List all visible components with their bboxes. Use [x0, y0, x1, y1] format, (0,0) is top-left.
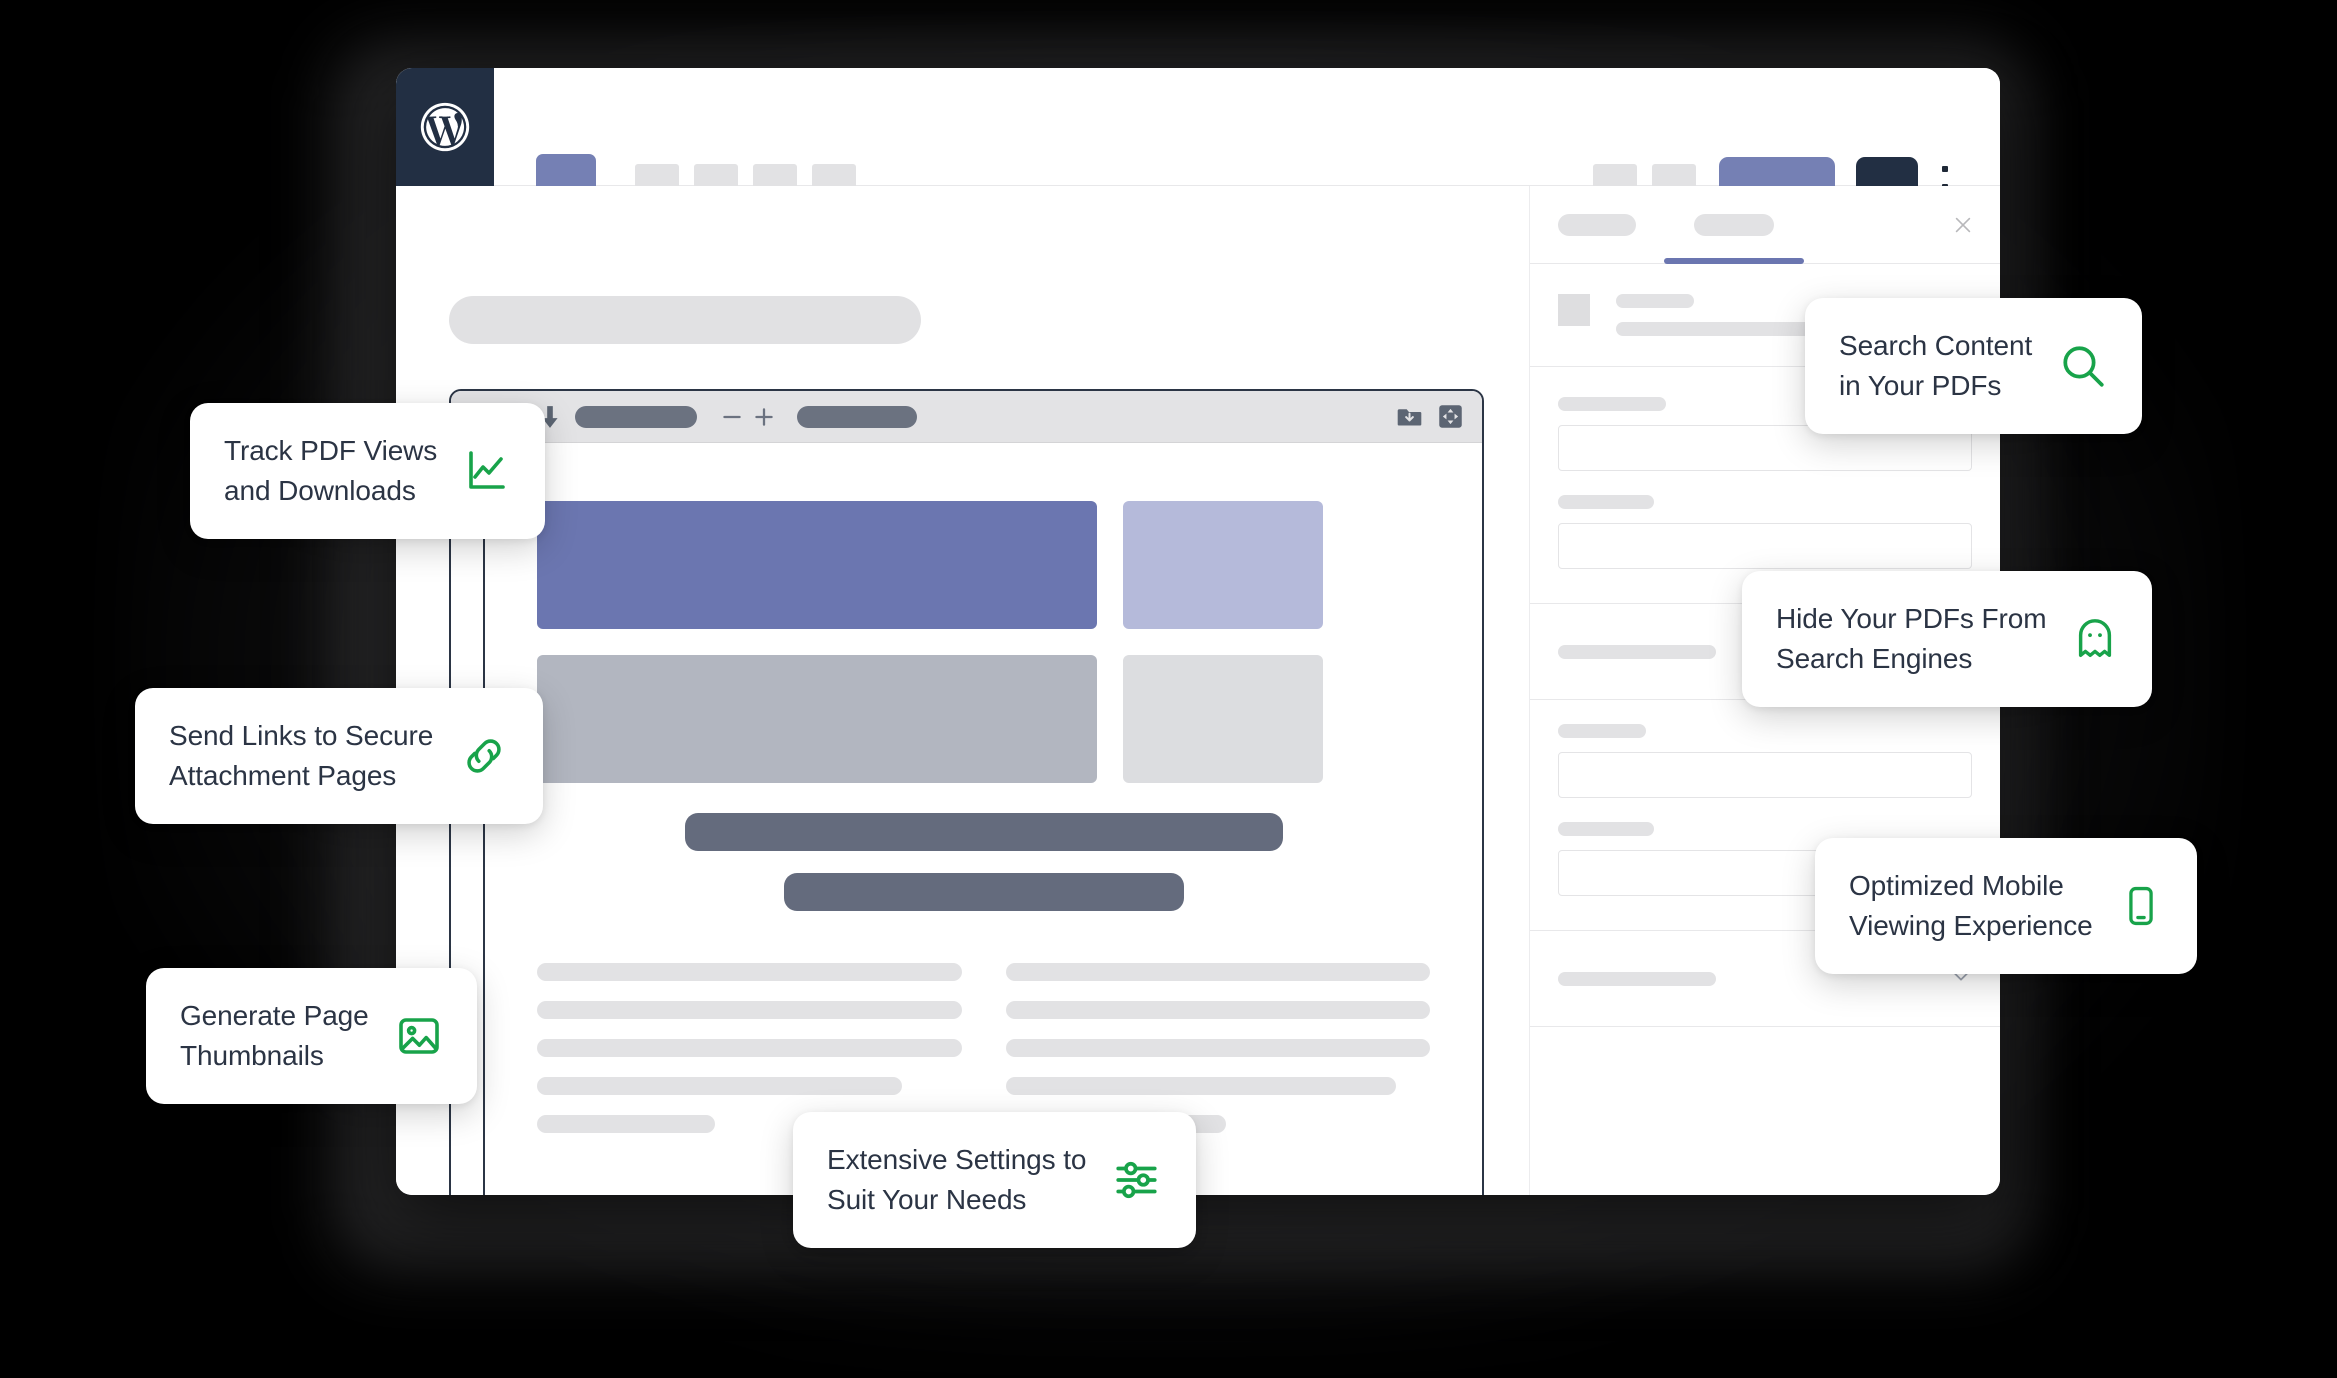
field-input[interactable] [1558, 523, 1972, 569]
pdf-embed-viewer [449, 389, 1484, 1195]
feature-card-label: Generate Page Thumbnails [180, 1000, 369, 1071]
sliders-icon [1112, 1155, 1162, 1205]
tab-document[interactable] [1558, 213, 1636, 236]
setting-field-2 [1558, 495, 1972, 569]
text-line [537, 1115, 716, 1133]
toolbar-right-actions [1396, 403, 1464, 430]
content-block-row-1 [537, 501, 1430, 629]
field-input[interactable] [1558, 752, 1972, 798]
accordion-label [1558, 644, 1716, 659]
text-line [1005, 1039, 1430, 1057]
editor-canvas [396, 186, 1530, 1195]
field-label [1558, 495, 1654, 509]
magnifier-icon [2058, 341, 2108, 391]
feature-card-label: Hide Your PDFs From Search Engines [1776, 603, 2047, 674]
zoom-level-field[interactable] [797, 405, 917, 428]
page-number-field[interactable] [575, 405, 697, 428]
text-line [537, 1001, 962, 1019]
pdf-page-area [451, 443, 1482, 1195]
pdf-toolbar [451, 391, 1482, 443]
tab-block[interactable] [1694, 213, 1774, 236]
feature-card-search-content: Search Content in Your PDFs [1805, 298, 2143, 434]
screenshot-stage: Track PDF Views and Downloads Send Links… [0, 0, 2337, 1378]
minus-icon[interactable] [719, 404, 745, 430]
download-folder-icon[interactable] [1396, 403, 1423, 430]
heading-line-1 [684, 813, 1283, 851]
feature-card-page-thumbnails: Generate Page Thumbnails [146, 968, 477, 1104]
accordion-label [1558, 971, 1716, 986]
text-line [1005, 963, 1430, 981]
editor-header [396, 68, 2000, 219]
content-block-row-2 [537, 655, 1430, 783]
plus-icon[interactable] [751, 404, 777, 430]
close-icon[interactable] [1952, 214, 1974, 236]
feature-card-hide-from-search-engines: Hide Your PDFs From Search Engines [1742, 571, 2153, 707]
field-label [1558, 724, 1646, 738]
content-block-tertiary [537, 655, 1097, 783]
content-block-quaternary [1123, 655, 1323, 783]
feature-card-extensive-settings: Extensive Settings to Suit Your Needs [793, 1112, 1197, 1248]
feature-card-label: Track PDF Views and Downloads [224, 435, 438, 506]
field-label [1558, 822, 1654, 836]
feature-card-label: Send Links to Secure Attachment Pages [169, 720, 434, 791]
image-icon [395, 1012, 443, 1060]
heading-line-2 [783, 873, 1184, 911]
content-block-secondary [1123, 501, 1323, 629]
feature-card-label: Extensive Settings to Suit Your Needs [827, 1144, 1087, 1215]
text-line [1005, 1001, 1430, 1019]
text-line [1005, 1077, 1397, 1095]
setting-field-3 [1558, 724, 1972, 798]
media-line-title [1616, 294, 1694, 308]
tab-active-indicator [1664, 258, 1804, 264]
ghost-icon [2072, 616, 2118, 662]
feature-card-label: Search Content in Your PDFs [1839, 330, 2033, 401]
content-block-primary [537, 501, 1097, 629]
text-line [537, 1039, 962, 1057]
post-title-placeholder[interactable] [449, 296, 921, 344]
link-chain-icon [459, 731, 509, 781]
text-line [537, 1077, 903, 1095]
mobile-phone-icon [2119, 884, 2163, 928]
feature-card-mobile-viewing: Optimized Mobile Viewing Experience [1815, 838, 2197, 974]
feature-card-label: Optimized Mobile Viewing Experience [1849, 870, 2093, 941]
field-label [1558, 397, 1666, 411]
line-chart-icon [463, 447, 511, 495]
feature-card-secure-links: Send Links to Secure Attachment Pages [135, 688, 544, 824]
fullscreen-icon[interactable] [1437, 403, 1464, 430]
media-thumbnail [1558, 294, 1590, 326]
pdf-rendered-page [485, 443, 1482, 1195]
text-line [537, 963, 962, 981]
feature-card-track-pdf-views: Track PDF Views and Downloads [190, 403, 546, 539]
settings-tabs [1530, 186, 2000, 264]
wordpress-icon[interactable] [396, 68, 494, 186]
